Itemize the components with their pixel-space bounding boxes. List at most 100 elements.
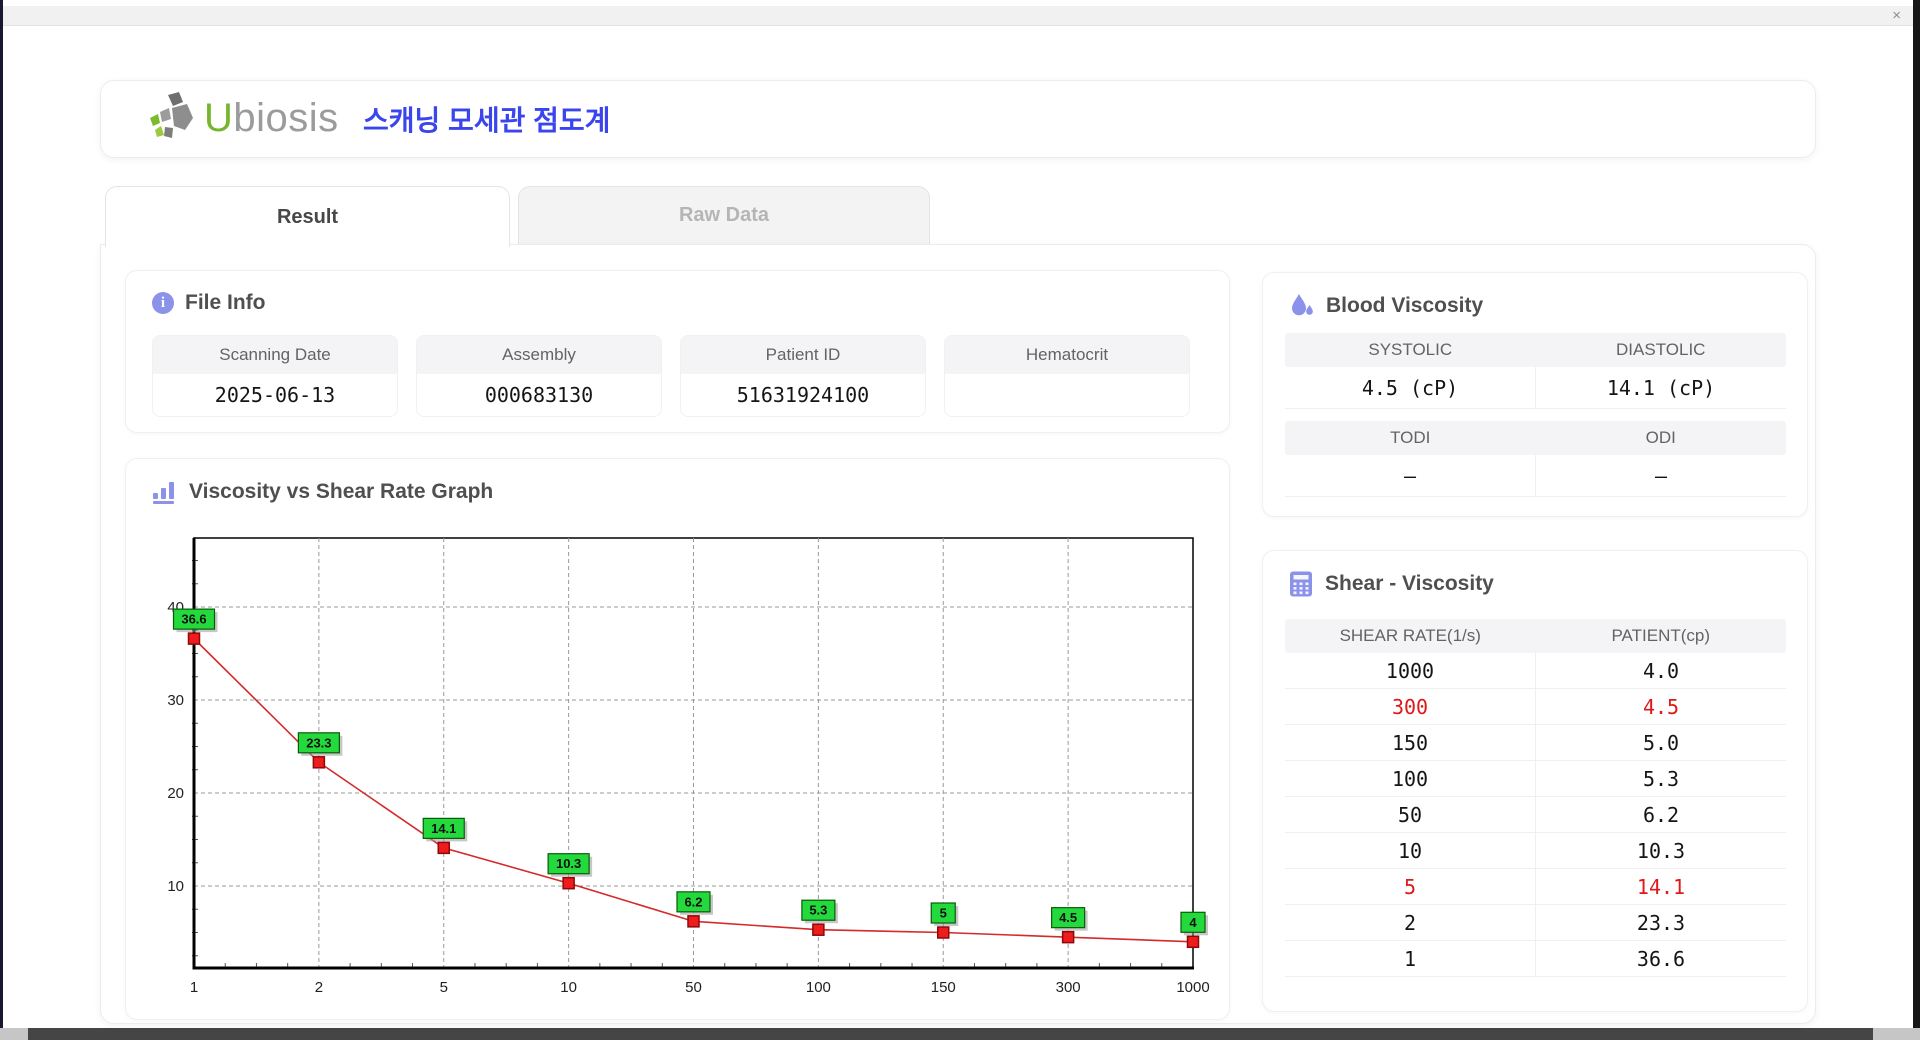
svg-text:50: 50 xyxy=(685,979,702,996)
shear-rate-cell: 10 xyxy=(1285,833,1536,869)
shear-viscosity-header: Shear - Viscosity xyxy=(1289,571,1494,597)
tab-raw-data[interactable]: Raw Data xyxy=(518,186,930,244)
tab-result[interactable]: Result xyxy=(105,186,510,247)
col-systolic: SYSTOLIC xyxy=(1368,340,1453,359)
table-row: 150 5.0 xyxy=(1285,725,1786,761)
table-row: 100 5.3 xyxy=(1285,761,1786,797)
svg-text:14.1: 14.1 xyxy=(431,821,456,836)
field-scanning-date: Scanning Date 2025-06-13 xyxy=(152,335,398,417)
blood-viscosity-panel: Blood Viscosity SYSTOLIC DIASTOLIC 4.5 (… xyxy=(1262,272,1808,517)
svg-text:100: 100 xyxy=(806,979,831,996)
field-value: 2025-06-13 xyxy=(214,383,336,407)
table-row: 10 10.3 xyxy=(1285,833,1786,869)
shear-viscosity-table: SHEAR RATE(1/s) PATIENT(cp) 1000 4.0 300… xyxy=(1285,619,1786,977)
svg-text:2: 2 xyxy=(315,979,323,996)
patient-cell: 36.6 xyxy=(1536,941,1786,977)
patient-cell: 4.0 xyxy=(1536,653,1786,689)
todi-value: – xyxy=(1285,455,1536,497)
svg-text:5: 5 xyxy=(440,979,448,996)
table-row: 5 14.1 xyxy=(1285,869,1786,905)
svg-text:36.6: 36.6 xyxy=(181,612,206,627)
svg-text:30: 30 xyxy=(167,692,184,709)
svg-text:20: 20 xyxy=(167,785,184,802)
patient-cell: 4.5 xyxy=(1536,689,1786,725)
info-icon: i xyxy=(152,292,174,314)
svg-text:5.3: 5.3 xyxy=(809,903,827,918)
shear-rate-cell: 150 xyxy=(1285,725,1536,761)
field-label: Assembly xyxy=(417,336,661,374)
file-info-header: i File Info xyxy=(152,291,266,315)
file-info-title: File Info xyxy=(185,291,266,314)
patient-cell: 5.0 xyxy=(1536,725,1786,761)
svg-text:300: 300 xyxy=(1056,979,1081,996)
graph-header: Viscosity vs Shear Rate Graph xyxy=(152,479,493,505)
calculator-icon xyxy=(1290,571,1312,597)
shear-rate-cell: 2 xyxy=(1285,905,1536,941)
field-label: Scanning Date xyxy=(153,336,397,374)
close-icon[interactable]: × xyxy=(1892,7,1901,24)
table-row: 2 23.3 xyxy=(1285,905,1786,941)
col-diastolic: DIASTOLIC xyxy=(1616,340,1706,359)
droplets-icon xyxy=(1292,294,1313,316)
blood-viscosity-header: Blood Viscosity xyxy=(1289,293,1483,319)
blood-viscosity-table: SYSTOLIC DIASTOLIC 4.5 (cP) 14.1 (cP) TO… xyxy=(1285,333,1786,497)
table-row: 1 36.6 xyxy=(1285,941,1786,977)
header-card: Ubiosis 스캐닝 모세관 점도계 xyxy=(100,80,1816,158)
svg-text:150: 150 xyxy=(931,979,956,996)
logo-wordmark: Ubiosis xyxy=(204,96,339,141)
col-shear-rate: SHEAR RATE(1/s) xyxy=(1339,626,1481,645)
scrollbar-thumb[interactable] xyxy=(28,1028,1873,1040)
systolic-value: 4.5 (cP) xyxy=(1285,367,1536,409)
viscosity-graph-panel: Viscosity vs Shear Rate Graph 10 20 30 40 1 2… xyxy=(125,458,1230,1020)
table-row: 300 4.5 xyxy=(1285,689,1786,725)
svg-text:23.3: 23.3 xyxy=(306,735,331,750)
shear-rate-cell: 1 xyxy=(1285,941,1536,977)
col-odi: ODI xyxy=(1645,428,1676,447)
patient-cell: 14.1 xyxy=(1536,869,1786,905)
window-border-right xyxy=(1913,0,1920,1040)
logo-word-rest: biosis xyxy=(233,95,339,140)
svg-text:4.5: 4.5 xyxy=(1059,910,1077,925)
shear-rate-cell: 1000 xyxy=(1285,653,1536,689)
table-row: 4.5 (cP) 14.1 (cP) xyxy=(1285,367,1786,409)
svg-text:10: 10 xyxy=(560,979,577,996)
shear-viscosity-panel: Shear - Viscosity SHEAR RATE(1/s) PATIEN… xyxy=(1262,550,1808,1012)
file-info-panel: i File Info Scanning Date 2025-06-13 Ass… xyxy=(125,270,1230,433)
ubiosis-logo: Ubiosis xyxy=(147,91,339,145)
logo-letter-u: U xyxy=(204,95,234,140)
svg-text:5: 5 xyxy=(940,906,947,921)
patient-cell: 10.3 xyxy=(1536,833,1786,869)
diastolic-value: 14.1 (cP) xyxy=(1536,367,1786,409)
field-hematocrit: Hematocrit xyxy=(944,335,1190,417)
window-border-left xyxy=(0,0,3,1040)
field-assembly: Assembly 000683130 xyxy=(416,335,662,417)
shear-rate-cell: 100 xyxy=(1285,761,1536,797)
col-patient: PATIENT(cp) xyxy=(1611,626,1711,645)
table-header-row: SYSTOLIC DIASTOLIC xyxy=(1285,333,1786,367)
app-title-korean: 스캐닝 모세관 점도계 xyxy=(363,105,611,136)
field-patient-id: Patient ID 51631924100 xyxy=(680,335,926,417)
field-value: 000683130 xyxy=(484,383,594,407)
graph-title: Viscosity vs Shear Rate Graph xyxy=(189,480,494,503)
window-titlebar: × xyxy=(3,6,1913,26)
patient-cell: 6.2 xyxy=(1536,797,1786,833)
col-todi: TODI xyxy=(1390,428,1431,447)
field-label: Hematocrit xyxy=(945,336,1189,374)
shear-rate-cell: 50 xyxy=(1285,797,1536,833)
patient-cell: 23.3 xyxy=(1536,905,1786,941)
odi-value: – xyxy=(1536,455,1786,497)
patient-cell: 5.3 xyxy=(1536,761,1786,797)
svg-text:6.2: 6.2 xyxy=(684,894,702,909)
table-header-row: TODI ODI xyxy=(1285,421,1786,455)
svg-text:10: 10 xyxy=(167,878,184,895)
svg-text:1: 1 xyxy=(190,979,198,996)
file-info-fields: Scanning Date 2025-06-13 Assembly 000683… xyxy=(152,335,1190,417)
bar-chart-icon xyxy=(153,482,174,504)
svg-text:4: 4 xyxy=(1189,915,1197,930)
table-row: 1000 4.0 xyxy=(1285,653,1786,689)
horizontal-scrollbar[interactable] xyxy=(0,1028,1920,1040)
table-row: 50 6.2 xyxy=(1285,797,1786,833)
svg-text:1000: 1000 xyxy=(1176,979,1209,996)
field-value xyxy=(945,374,1189,416)
